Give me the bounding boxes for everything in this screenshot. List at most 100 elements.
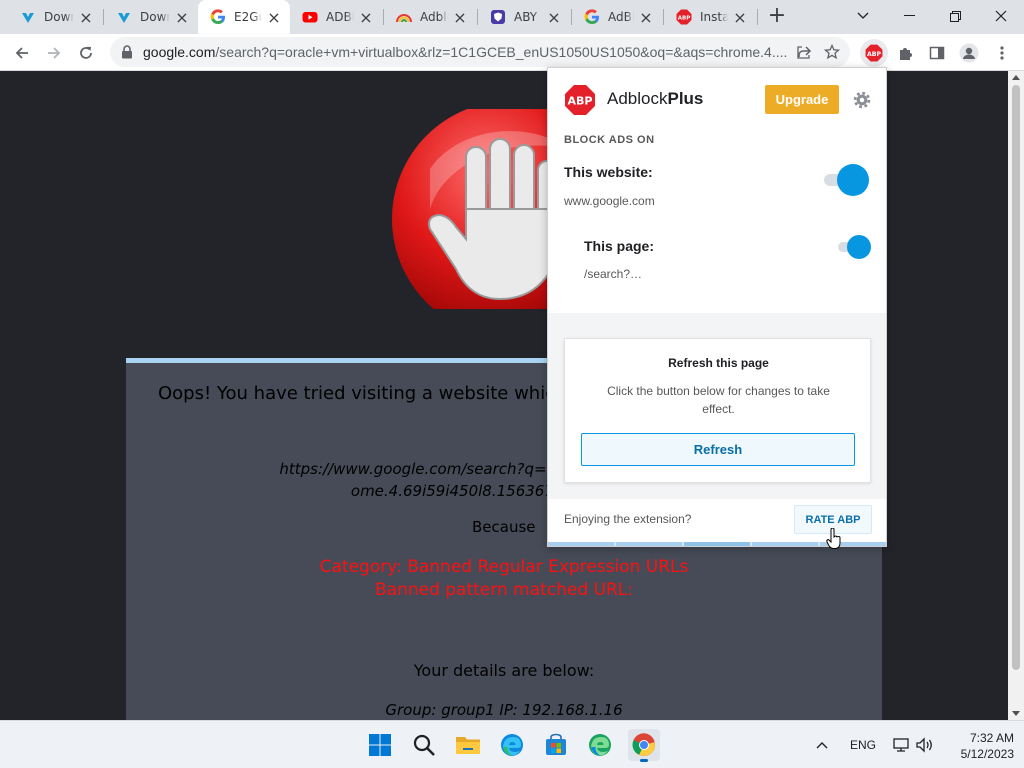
show-hidden-icons-button[interactable] [816, 721, 828, 768]
tab-e2guardian[interactable]: E2Guardian × [198, 0, 290, 34]
network-icon[interactable] [892, 721, 910, 768]
close-tab-icon[interactable]: × [732, 8, 748, 27]
block-reason: Banned pattern matched URL: [374, 580, 634, 600]
enjoy-text: Enjoying the extension? [564, 512, 692, 526]
block-headline: Oops! You have tried visiting a website … [158, 383, 567, 404]
scroll-up-arrow-icon[interactable] [1012, 75, 1020, 80]
address-bar[interactable]: google.com/search?q=oracle+vm+virtualbox… [110, 37, 850, 67]
bookmark-button[interactable] [818, 38, 846, 66]
rainbow-icon [396, 9, 412, 25]
toggle-knob [837, 164, 869, 196]
tab-adblock-google[interactable]: AdBlock × [572, 0, 662, 34]
close-tab-icon[interactable]: × [452, 8, 468, 27]
svg-text:ABP: ABP [568, 95, 593, 108]
block-category: Category: Banned Regular Expression URLs [319, 557, 689, 577]
close-tab-icon[interactable]: × [266, 8, 282, 27]
close-window-button[interactable] [978, 0, 1024, 32]
abp-icon: ABP [676, 9, 692, 25]
star-icon [824, 44, 840, 60]
close-tab-icon[interactable]: × [638, 8, 654, 27]
chrome-icon[interactable] [628, 729, 660, 762]
page-scrollbar[interactable] [1008, 71, 1024, 720]
bottom-bar-segment [616, 542, 682, 546]
kebab-menu-icon [1000, 46, 1004, 60]
minimize-button[interactable] [886, 0, 932, 32]
clock-time: 7:32 AM [969, 731, 1014, 745]
tab-title: ADBLOCK [326, 10, 354, 24]
puzzle-icon [900, 48, 912, 60]
brand-regular: Adblock [607, 89, 668, 108]
abp-extension-button[interactable]: ABP [860, 39, 888, 67]
page-toggle[interactable] [838, 234, 872, 260]
details-title: Your details are below: [413, 661, 595, 680]
refresh-panel: Refresh this page Click the button below… [564, 338, 871, 483]
page-path: /search?… [584, 267, 643, 281]
microsoft-store-icon[interactable] [540, 729, 572, 761]
close-tab-icon[interactable]: × [174, 8, 190, 27]
language-indicator[interactable]: ENG [850, 721, 876, 768]
refresh-button[interactable]: Refresh [581, 433, 855, 466]
tab-adblock-rainbow[interactable]: Adblock × [384, 0, 476, 34]
share-button[interactable] [790, 38, 818, 66]
toggle-knob [847, 235, 871, 259]
back-button[interactable] [8, 39, 36, 67]
shield-icon [490, 9, 506, 25]
browser-toolbar: google.com/search?q=oracle+vm+virtualbox… [0, 34, 1024, 71]
tab-title: Download [44, 10, 74, 24]
close-tab-icon[interactable]: × [78, 8, 94, 27]
url-path: /search?q=oracle+vm+virtualbox&rlz=1C1GC… [215, 44, 788, 60]
lock-icon[interactable] [121, 45, 135, 59]
tab-download-1[interactable]: Download × [8, 0, 102, 34]
extensions-button[interactable] [892, 39, 920, 67]
edge-beta-icon[interactable] [584, 729, 616, 761]
forward-arrow-icon [48, 47, 61, 59]
tab-search-button[interactable] [840, 0, 886, 32]
google-g-icon [210, 9, 226, 25]
system-clock[interactable]: 7:32 AM 5/12/2023 [944, 730, 1014, 762]
tab-install-abp[interactable]: ABP Install × [664, 0, 756, 34]
tab-download-2[interactable]: Download × [104, 0, 198, 34]
restore-icon [949, 10, 961, 22]
close-tab-icon[interactable]: × [358, 8, 374, 27]
new-tab-button[interactable]: + [766, 5, 788, 28]
forward-button[interactable] [40, 39, 68, 67]
edge-icon[interactable] [496, 729, 528, 761]
windows-start-icon[interactable] [364, 729, 396, 761]
search-icon[interactable] [408, 729, 440, 761]
upgrade-button[interactable]: Upgrade [765, 85, 839, 114]
scroll-down-arrow-icon[interactable] [1012, 711, 1020, 716]
block-ads-heading: BLOCK ADS ON [564, 134, 655, 146]
file-explorer-icon[interactable] [452, 729, 484, 761]
side-panel-button[interactable] [923, 39, 951, 67]
bottom-bar-segment [752, 542, 818, 546]
url-host: google.com [143, 44, 216, 60]
abp-popup: ABP AdblockPlus Upgrade BLOCK ADS ON Thi… [547, 67, 887, 547]
tab-title: Install [700, 10, 728, 24]
youtube-icon [302, 9, 318, 25]
close-icon [995, 10, 1007, 22]
hand-cursor-icon [826, 528, 841, 549]
tab-aby-adblock[interactable]: ABY Adblock × [478, 0, 570, 34]
gear-icon[interactable] [851, 89, 873, 111]
clock-date: 5/12/2023 [960, 747, 1014, 761]
this-page-label: This page: [584, 238, 655, 254]
side-panel-icon [929, 46, 945, 60]
tab-title: E2Guardian [234, 10, 262, 24]
tab-adblock-youtube[interactable]: ADBLOCK × [290, 0, 382, 34]
menu-button[interactable] [988, 39, 1016, 67]
url-text[interactable]: google.com/search?q=oracle+vm+virtualbox… [143, 44, 790, 60]
avatar-icon [959, 43, 979, 63]
tab-title: Download [140, 10, 170, 24]
share-icon [797, 46, 812, 59]
volume-icon[interactable] [916, 721, 934, 768]
bottom-bar-segment [548, 542, 614, 546]
scrollbar-thumb[interactable] [1012, 85, 1020, 670]
abp-icon: ABP [865, 44, 883, 62]
close-tab-icon[interactable]: × [546, 8, 562, 27]
maximize-button[interactable] [932, 0, 978, 32]
brand-bold: Plus [667, 89, 704, 108]
google-g-icon [584, 9, 600, 25]
website-toggle[interactable] [824, 164, 870, 196]
profile-button[interactable] [955, 39, 983, 67]
reload-button[interactable] [72, 39, 100, 67]
